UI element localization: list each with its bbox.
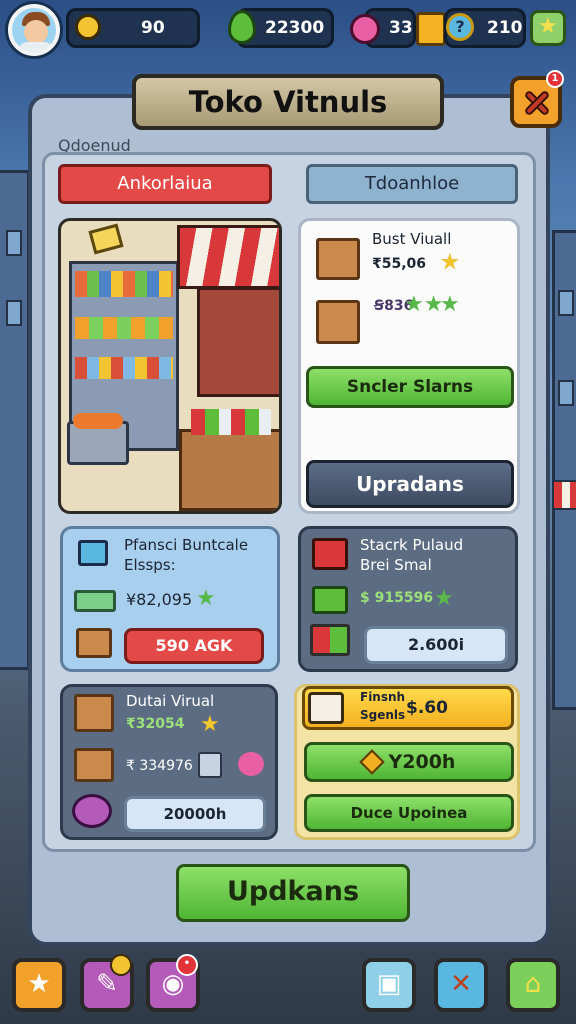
donut-tray-icon: [72, 794, 112, 828]
gem-value: 22300: [265, 18, 325, 38]
box-icon: [316, 300, 360, 344]
lamp-icon: [88, 223, 124, 255]
box-icon: [316, 238, 360, 280]
background-window: [558, 380, 574, 406]
nav-home-button[interactable]: ⌂: [506, 958, 560, 1012]
main-upgrade-button[interactable]: Updkans: [176, 864, 410, 922]
card-a-price: ¥82,095: [126, 590, 193, 609]
donut-icon: [350, 14, 380, 44]
notification-badge: •: [176, 954, 198, 976]
open-box-icon: [74, 694, 114, 732]
background-awning: [552, 480, 576, 510]
produce-icon: [76, 628, 112, 658]
star-icon: ★: [196, 586, 216, 611]
upgrade-button[interactable]: Upradans: [306, 460, 514, 508]
green-gem-icon: [228, 10, 256, 44]
awning: [177, 225, 279, 289]
shelf-products-low: [75, 357, 173, 379]
card-b-price: $ 915596: [360, 590, 434, 606]
star-icon: ★: [440, 292, 460, 317]
crate-icon: [74, 590, 116, 612]
vegetables-icon: [312, 586, 348, 614]
card-b-title: Stacrk Pulaud: [360, 536, 464, 554]
card-d-title-line2: Sgenls: [360, 708, 406, 722]
avatar-face: [24, 20, 48, 44]
counter: [179, 429, 279, 511]
shop-illustration: [58, 218, 282, 514]
star-icon: ★: [538, 14, 558, 39]
gold-counter[interactable]: 90: [66, 8, 200, 48]
notification-badge: 1: [546, 70, 564, 88]
star-icon: ★: [200, 712, 220, 737]
storefront: [197, 287, 279, 397]
card-a-button[interactable]: 590 AGK: [124, 628, 264, 664]
oranges: [73, 413, 123, 429]
card-b-button[interactable]: 2.600i: [364, 626, 508, 664]
shelf-products-mid: [75, 317, 173, 339]
card-d-title-line1: Finsnh: [360, 690, 406, 704]
gold-bars-icon: [416, 12, 446, 46]
blue-coin-icon: ?: [446, 13, 474, 41]
card-c-title: Dutai Virual: [126, 692, 215, 710]
shelf-products-top: [75, 271, 173, 297]
cup-icon: [308, 692, 344, 724]
box-icon: [74, 748, 114, 782]
bottles-icon: [310, 624, 350, 656]
background-window: [558, 290, 574, 316]
background-window: [6, 230, 22, 256]
gold-value: 90: [141, 18, 165, 38]
card-d-price: $.60: [406, 698, 448, 718]
flower-icon: [238, 752, 264, 776]
nav-crate-button[interactable]: ✕: [434, 958, 488, 1012]
player-avatar[interactable]: [8, 4, 60, 56]
cart-icon: [312, 538, 348, 570]
tab-tdoanhloe[interactable]: Tdoanhloe: [306, 164, 518, 204]
card-d-button1[interactable]: Y200h: [304, 742, 514, 782]
monitor-icon: [78, 540, 108, 566]
stars-button[interactable]: Sncler Slarns: [306, 366, 514, 408]
card-d-button1-label: Y200h: [388, 751, 456, 773]
star-icon: ★★: [404, 292, 444, 317]
page-title: Toko Vitnuls: [132, 74, 444, 130]
card-a-title: Pfansci Buntcale: [124, 536, 249, 554]
nav-star-button[interactable]: ★: [12, 958, 66, 1012]
donut-value: 33: [389, 18, 413, 38]
item1-name: Bust Viuall: [372, 230, 452, 248]
gold-coin-icon: [75, 14, 101, 40]
potted-plant-icon: [198, 752, 222, 778]
avatar-body: [18, 42, 54, 52]
card-c-button[interactable]: 20000h: [124, 796, 266, 832]
card-d-button2[interactable]: Duce Upoinea: [304, 794, 514, 832]
star-icon: ★: [440, 250, 460, 275]
card-a-subtitle: Elssps:: [124, 556, 176, 574]
tag-icon: [358, 748, 385, 775]
item1-price: ₹55,06: [372, 256, 427, 272]
tab-ankorlaiua[interactable]: Ankorlaiua: [58, 164, 272, 204]
counter-goods: [191, 409, 271, 435]
star-icon: ★: [434, 586, 454, 611]
nav-box-button[interactable]: ▣: [362, 958, 416, 1012]
card-c-price1: ₹32054: [126, 716, 185, 732]
coin-badge-icon: [110, 954, 132, 976]
card-c-price2: ₹ 334976: [126, 758, 193, 774]
background-window: [6, 300, 22, 326]
card-b-subtitle: Brei Smal: [360, 556, 432, 574]
coin-value: 210: [487, 18, 523, 38]
